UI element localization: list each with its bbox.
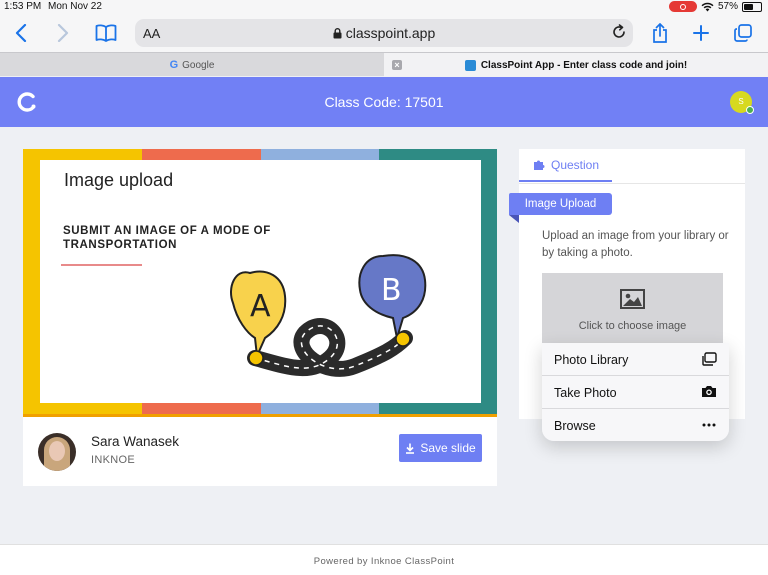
save-slide-label: Save slide (420, 441, 476, 455)
download-icon (406, 443, 415, 454)
presenter-avatar (38, 433, 76, 471)
close-tab-icon[interactable]: × (392, 60, 402, 70)
more-icon (702, 423, 716, 427)
status-time: 1:53 PM (4, 1, 42, 12)
forward-icon[interactable] (50, 20, 76, 46)
save-slide-button[interactable]: Save slide (399, 434, 482, 462)
address-bar[interactable]: AA classpoint.app (135, 19, 633, 47)
battery-percent: 57% (717, 1, 738, 12)
lock-icon (333, 28, 342, 39)
footer: Powered by Inknoe ClassPoint (0, 544, 768, 575)
puzzle-icon (534, 160, 545, 170)
user-avatar[interactable]: S (730, 91, 754, 114)
bookmarks-icon[interactable] (93, 20, 119, 46)
menu-item-browse[interactable]: Browse (542, 409, 729, 441)
option-a-label: A (250, 289, 271, 324)
question-description: Upload an image from your library or by … (542, 230, 729, 259)
google-icon: G (169, 59, 179, 71)
image-placeholder-icon (620, 289, 645, 309)
choose-image-label: Click to choose image (578, 320, 687, 332)
tab-label: Google (182, 59, 215, 71)
camera-icon (702, 386, 716, 397)
option-b-label: B (381, 273, 402, 308)
status-bar: 1:53 PM Mon Nov 22 57% (0, 0, 768, 14)
tab-google[interactable]: G Google (0, 53, 384, 77)
tab-question[interactable]: Question (519, 149, 612, 182)
slide-bottom-bar (23, 414, 497, 417)
photo-library-icon (702, 352, 717, 366)
menu-item-photo-library[interactable]: Photo Library (542, 343, 729, 376)
slide-underline (61, 264, 142, 266)
app-header: Class Code: 17501 S (0, 77, 768, 127)
back-icon[interactable] (8, 20, 34, 46)
menu-item-take-photo[interactable]: Take Photo (542, 376, 729, 409)
slide-card: Image upload SUBMIT AN IMAGE OF A MODE O… (23, 149, 497, 486)
tabs-overview-icon[interactable] (730, 20, 756, 46)
classpoint-favicon-icon (464, 59, 476, 71)
wifi-icon (701, 2, 714, 11)
status-date: Mon Nov 22 (48, 1, 102, 12)
reload-icon[interactable] (611, 24, 627, 40)
tab-label: ClassPoint App - Enter class code and jo… (480, 59, 688, 71)
screen-recording-icon (668, 1, 697, 12)
share-icon[interactable] (647, 20, 673, 46)
road-illustration: A B (230, 254, 427, 377)
tab-strip: G Google × ClassPoint App - Enter class … (0, 52, 768, 77)
slide-preview: Image upload SUBMIT AN IMAGE OF A MODE O… (23, 149, 497, 417)
url-text: classpoint.app (345, 25, 436, 41)
slide-title: Image upload (64, 170, 174, 190)
presenter-name: Sara Wanasek (91, 434, 180, 449)
presenter-organization: INKNOE (91, 454, 135, 466)
image-source-menu: Photo Library Take Photo Browse (542, 343, 729, 441)
online-status-icon (746, 106, 754, 114)
battery-icon (742, 1, 762, 12)
ribbon-fold (509, 215, 519, 223)
question-type-ribbon: Image Upload (509, 193, 612, 215)
browser-toolbar: AA classpoint.app (0, 14, 768, 52)
divider (519, 183, 745, 184)
class-code: Class Code: 17501 (324, 94, 444, 110)
tab-classpoint[interactable]: × ClassPoint App - Enter class code and … (384, 53, 768, 77)
slide-content: Image upload SUBMIT AN IMAGE OF A MODE O… (40, 160, 481, 403)
new-tab-icon[interactable] (688, 20, 714, 46)
question-tab-label: Question (551, 157, 600, 172)
choose-image-area[interactable]: Click to choose image (542, 273, 723, 343)
